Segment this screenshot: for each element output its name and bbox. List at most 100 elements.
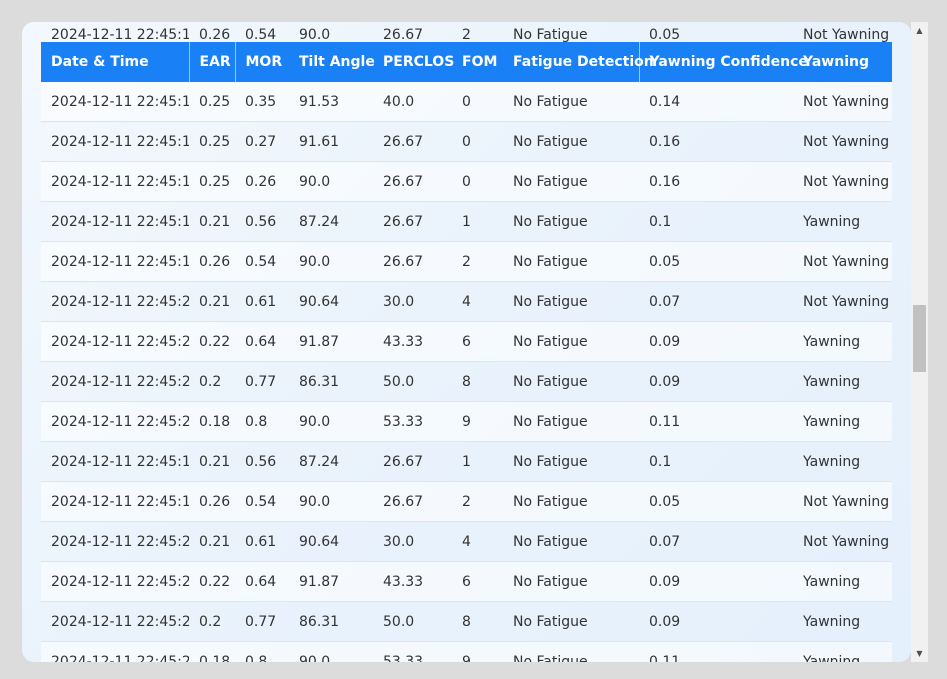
cell-fatigue-detection: No Fatigue	[503, 641, 639, 662]
header-ear[interactable]: EAR	[188, 42, 235, 82]
fatigue-data-table: Date & Time EAR MOR Tilt Angle PERCLOS F…	[41, 42, 892, 662]
cell-perclos: 50.0	[373, 601, 452, 642]
cell-yawning: Yawning	[793, 201, 892, 242]
cell-fom: 4	[452, 281, 503, 322]
table-row[interactable]: 2024-12-11 22:45:19 0.26 0.54 90.0 26.67 2 No …	[41, 481, 892, 522]
cell-ear: 0.26	[189, 241, 235, 282]
cell-fatigue-detection: No Fatigue	[503, 441, 639, 482]
header-yawning[interactable]: Yawning	[793, 42, 892, 82]
table-row[interactable]: 2024-12-11 22:45:16 0.25 0.26 90.0 26.67 0 No …	[41, 161, 892, 202]
header-tilt-angle[interactable]: Tilt Angle	[289, 42, 375, 82]
table-row[interactable]: 2024-12-11 22:45:17 0.21 0.56 87.24 26.67 1 No…	[41, 201, 892, 242]
header-yawning-confidence[interactable]: Yawning Confidence	[638, 42, 808, 82]
cell-tilt-angle: 90.0	[289, 481, 373, 522]
cell-yawning-confidence: 0.05	[639, 241, 793, 282]
cell-yawning-confidence: 0.11	[639, 401, 793, 442]
scroll-up-arrow-icon[interactable]: ▲	[911, 22, 928, 39]
cell-perclos: 26.67	[373, 481, 452, 522]
cell-mor: 0.77	[235, 601, 289, 642]
scroll-down-arrow-icon[interactable]: ▼	[911, 645, 928, 662]
cell-date-time: 2024-12-11 22:45:14	[41, 82, 189, 122]
cell-date-time: 2024-12-11 22:45:15	[41, 121, 189, 162]
cell-fom: 9	[452, 401, 503, 442]
cell-fatigue-detection: No Fatigue	[503, 361, 639, 402]
cell-date-time: 2024-12-11 22:45:21	[41, 321, 189, 362]
cell-fom: 8	[452, 601, 503, 642]
cell-mor: 0.64	[235, 561, 289, 602]
table-row[interactable]: 2024-12-11 22:45:21 0.22 0.64 91.87 43.33 6 No…	[41, 561, 892, 602]
cell-fatigue-detection: No Fatigue	[503, 241, 639, 282]
cell-yawning-confidence: 0.11	[639, 641, 793, 662]
table-row[interactable]: 2024-12-11 22:45:20 0.21 0.61 90.64 30.0 4 No …	[41, 521, 892, 562]
header-mor[interactable]: MOR	[234, 42, 289, 82]
vertical-scrollbar[interactable]: ▲ ▼	[911, 22, 928, 662]
cell-date-time: 2024-12-11 22:45:20	[41, 281, 189, 322]
cell-tilt-angle: 90.0	[289, 401, 373, 442]
cell-yawning: Yawning	[793, 441, 892, 482]
cell-yawning-confidence: 0.14	[639, 82, 793, 122]
cell-ear: 0.18	[189, 401, 235, 442]
cell-ear: 0.21	[189, 201, 235, 242]
cell-date-time: 2024-12-11 22:45:21	[41, 561, 189, 602]
cell-ear: 0.22	[189, 561, 235, 602]
cell-ear: 0.21	[189, 441, 235, 482]
table-row[interactable]: 2024-12-11 22:45:23 0.18 0.8 90.0 53.33 9 No F…	[41, 641, 892, 662]
cell-ear: 0.26	[199, 27, 231, 42]
cell-tilt-angle: 90.0	[289, 641, 373, 662]
table-row[interactable]: 2024-12-11 22:45:17 0.21 0.56 87.24 26.67 1 No…	[41, 441, 892, 482]
cell-ear: 0.21	[189, 521, 235, 562]
cell-yawning-confidence: 0.07	[639, 281, 793, 322]
cell-fatigue-detection: No Fatigue	[503, 481, 639, 522]
cell-ear: 0.18	[189, 641, 235, 662]
scrollbar-thumb[interactable]	[913, 305, 926, 372]
header-perclos[interactable]: PERCLOS	[373, 42, 454, 82]
cell-yawning: Not Yawning	[793, 161, 892, 202]
cell-perclos: 26.67	[383, 27, 424, 42]
table-row[interactable]: 2024-12-11 22:45:14 0.25 0.35 91.53 40.0 0 No …	[41, 82, 892, 122]
cell-mor: 0.8	[235, 641, 289, 662]
cell-fatigue-detection: No Fatigue	[503, 161, 639, 202]
cell-yawning-confidence: 0.09	[639, 361, 793, 402]
cell-yawning-confidence: 0.05	[649, 27, 681, 42]
table-row[interactable]: 2024-12-11 22:45:22 0.2 0.77 86.31 50.0 8 No F…	[41, 601, 892, 642]
cell-fom: 1	[452, 441, 503, 482]
cell-fatigue-detection: No Fatigue	[503, 121, 639, 162]
cell-mor: 0.27	[235, 121, 289, 162]
cell-yawning-confidence: 0.09	[639, 601, 793, 642]
cell-ear: 0.21	[189, 281, 235, 322]
cell-ear: 0.26	[189, 481, 235, 522]
table-row[interactable]: 2024-12-11 22:45:19 0.26 0.54 90.0 26.67 2 No …	[41, 241, 892, 282]
cell-fom: 6	[452, 321, 503, 362]
cell-fom: 2	[452, 481, 503, 522]
cell-tilt-angle: 86.31	[289, 361, 373, 402]
table-row[interactable]: 2024-12-11 22:45:23 0.18 0.8 90.0 53.33 9 No F…	[41, 401, 892, 442]
cell-fom: 6	[452, 561, 503, 602]
cell-mor: 0.61	[235, 521, 289, 562]
cell-fatigue-detection: No Fatigue	[503, 401, 639, 442]
cell-mor: 0.8	[235, 401, 289, 442]
cell-fatigue-detection: No Fatigue	[503, 521, 639, 562]
cell-yawning: Not Yawning	[793, 82, 892, 122]
table-row[interactable]: 2024-12-11 22:45:22 0.2 0.77 86.31 50.0 8 No F…	[41, 361, 892, 402]
table-row[interactable]: 2024-12-11 22:45:20 0.21 0.61 90.64 30.0 4 No …	[41, 281, 892, 322]
cell-date-time: 2024-12-11 22:45:19	[41, 241, 189, 282]
table-body: 2024-12-11 22:45:14 0.25 0.35 91.53 40.0 0 No …	[41, 82, 892, 662]
cell-perclos: 26.67	[373, 201, 452, 242]
cell-tilt-angle: 91.87	[289, 321, 373, 362]
header-fatigue-detection[interactable]: Fatigue Detection	[503, 42, 654, 82]
cell-tilt-angle: 90.64	[289, 521, 373, 562]
cell-mor: 0.56	[235, 441, 289, 482]
cell-yawning: Not Yawning	[793, 241, 892, 282]
cell-yawning: Yawning	[793, 361, 892, 402]
cell-fom: 8	[452, 361, 503, 402]
cell-perclos: 26.67	[373, 161, 452, 202]
header-date-time[interactable]: Date & Time	[41, 42, 189, 82]
cell-mor: 0.61	[235, 281, 289, 322]
cell-tilt-angle: 87.24	[289, 201, 373, 242]
cell-perclos: 40.0	[373, 82, 452, 122]
cell-fom: 2	[462, 27, 471, 42]
table-row[interactable]: 2024-12-11 22:45:21 0.22 0.64 91.87 43.33 6 No…	[41, 321, 892, 362]
table-row[interactable]: 2024-12-11 22:45:15 0.25 0.27 91.61 26.67 0 No…	[41, 121, 892, 162]
header-fom[interactable]: FOM	[452, 42, 503, 82]
table-scroll-area[interactable]: 2024-12-11 22:45:19 0.26 0.54 90.0 26.67 2 No …	[41, 22, 892, 662]
